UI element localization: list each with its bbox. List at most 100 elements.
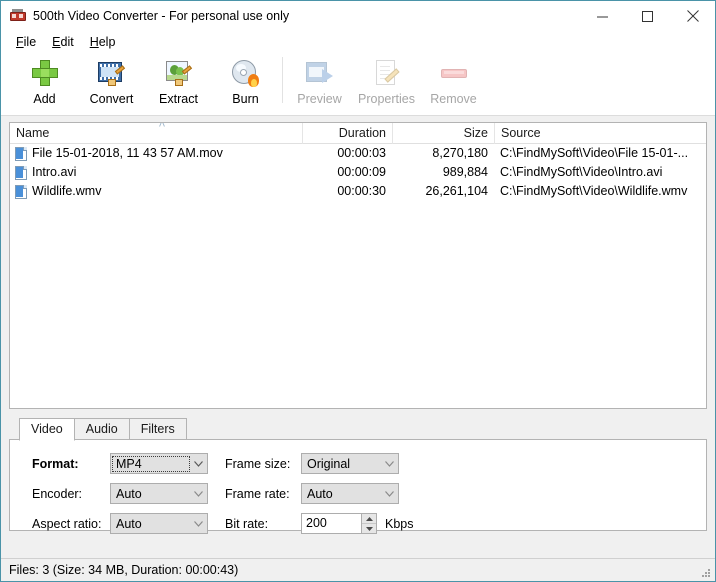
video-settings-panel: Format: MP4 Encoder: Auto As [9,439,707,531]
bit-rate-stepper[interactable]: 200 [301,513,377,534]
cell-duration: 00:00:30 [302,182,392,201]
toolbar-button-add[interactable]: Add [11,53,78,111]
table-row[interactable]: Intro.avi 00:00:09 989,884 C:\FindMySoft… [10,163,706,182]
field-format: Format: MP4 [32,453,208,474]
format-value: MP4 [113,457,189,471]
frame-rate-combobox[interactable]: Auto [301,483,399,504]
chevron-down-icon [381,461,398,467]
column-header-size[interactable]: Size [392,123,494,144]
maximize-button[interactable] [625,1,670,31]
toolbar-label-add: Add [33,92,55,106]
toolbar-label-extract: Extract [159,92,198,106]
column-header-name[interactable]: Name ˄ [10,123,302,144]
minimize-button[interactable] [580,1,625,31]
cell-size: 26,261,104 [392,182,494,201]
cell-size: 989,884 [392,163,494,182]
tab-filters[interactable]: Filters [129,418,187,440]
toolbar-button-convert[interactable]: Convert [78,53,145,111]
menu-bar: File Edit Help [1,31,715,53]
toolbar-label-convert: Convert [90,92,134,106]
status-bar: Files: 3 (Size: 34 MB, Duration: 00:00:4… [1,558,715,581]
aspect-ratio-value: Auto [111,517,190,531]
chevron-down-icon [190,491,207,497]
red-minus-icon [438,57,470,89]
document-pencil-icon [371,57,403,89]
cell-size: 8,270,180 [392,144,494,163]
toolbar-button-extract[interactable]: Extract [145,53,212,111]
toolbar-button-properties[interactable]: Properties [353,53,420,111]
field-frame-size: Frame size: Original [225,453,399,474]
label-format: Format: [32,457,110,471]
cell-source: C:\FindMySoft\Video\Intro.avi [494,163,702,182]
photo-brush-icon [163,57,195,89]
sort-ascending-icon: ˄ [155,123,169,130]
column-header-source[interactable]: Source [494,123,702,144]
cell-name-label: File 15-01-2018, 11 43 57 AM.mov [32,144,223,163]
toolbar-label-properties: Properties [358,92,415,106]
field-bit-rate: Bit rate: 200 Kbps [225,513,414,534]
spin-down-icon[interactable] [362,524,376,533]
window-controls [580,1,715,31]
cell-name: Intro.avi [10,163,302,182]
label-frame-rate: Frame rate: [225,487,301,501]
video-file-icon [15,147,27,161]
toolbar-label-preview: Preview [297,92,341,106]
toolbar-label-burn: Burn [232,92,258,106]
title-bar: 500th Video Converter - For personal use… [1,1,715,31]
resize-grip-icon[interactable] [700,567,712,579]
tab-strip: Video Audio Filters [9,418,707,440]
label-encoder: Encoder: [32,487,110,501]
format-combobox[interactable]: MP4 [110,453,208,474]
close-button[interactable] [670,1,715,31]
frame-rate-value: Auto [302,487,381,501]
chevron-down-icon [190,461,207,467]
label-frame-size: Frame size: [225,457,301,471]
status-text: Files: 3 (Size: 34 MB, Duration: 00:00:4… [1,563,238,577]
toolbar-button-preview[interactable]: Preview [286,53,353,111]
menu-edit[interactable]: Edit [45,33,83,51]
cell-source: C:\FindMySoft\Video\File 15-01-... [494,144,702,163]
video-file-icon [15,185,27,199]
table-row[interactable]: File 15-01-2018, 11 43 57 AM.mov 00:00:0… [10,144,706,163]
tab-video[interactable]: Video [19,418,75,441]
cell-name: File 15-01-2018, 11 43 57 AM.mov [10,144,302,163]
bit-rate-spin-buttons[interactable] [361,513,377,534]
menu-file-label: ile [24,35,37,49]
menu-help-label: elp [99,35,116,49]
bit-rate-unit-label: Kbps [385,517,414,531]
menu-edit-label: dit [61,35,74,49]
frame-size-value: Original [302,457,381,471]
cell-name-label: Wildlife.wmv [32,182,101,201]
toolbar: Add Convert Extract Burn [1,53,715,116]
label-bit-rate: Bit rate: [225,517,301,531]
chevron-down-icon [190,521,207,527]
settings-tabs: Video Audio Filters Format: MP4 Encoder:… [9,418,707,531]
spin-up-icon[interactable] [362,514,376,523]
video-file-icon [15,166,27,180]
menu-help[interactable]: Help [83,33,125,51]
video-camera-icon [10,8,26,24]
cell-duration: 00:00:09 [302,163,392,182]
cell-source: C:\FindMySoft\Video\Wildlife.wmv [494,182,702,201]
toolbar-button-remove[interactable]: Remove [420,53,487,111]
file-list[interactable]: Name ˄ Duration Size Source File 15-01-2… [9,122,707,409]
frame-size-combobox[interactable]: Original [301,453,399,474]
label-aspect-ratio: Aspect ratio: [32,517,110,531]
tab-audio[interactable]: Audio [74,418,130,440]
field-aspect-ratio: Aspect ratio: Auto [32,513,208,534]
cell-name-label: Intro.avi [32,163,76,182]
encoder-combobox[interactable]: Auto [110,483,208,504]
table-row[interactable]: Wildlife.wmv 00:00:30 26,261,104 C:\Find… [10,182,706,201]
column-header-duration[interactable]: Duration [302,123,392,144]
toolbar-button-burn[interactable]: Burn [212,53,279,111]
field-encoder: Encoder: Auto [32,483,208,504]
menu-file[interactable]: File [9,33,45,51]
film-play-icon [304,57,336,89]
file-list-header: Name ˄ Duration Size Source [10,123,706,144]
field-frame-rate: Frame rate: Auto [225,483,399,504]
bit-rate-input[interactable]: 200 [301,513,361,534]
disc-flame-icon [230,57,262,89]
aspect-ratio-combobox[interactable]: Auto [110,513,208,534]
chevron-down-icon [381,491,398,497]
cell-name: Wildlife.wmv [10,182,302,201]
